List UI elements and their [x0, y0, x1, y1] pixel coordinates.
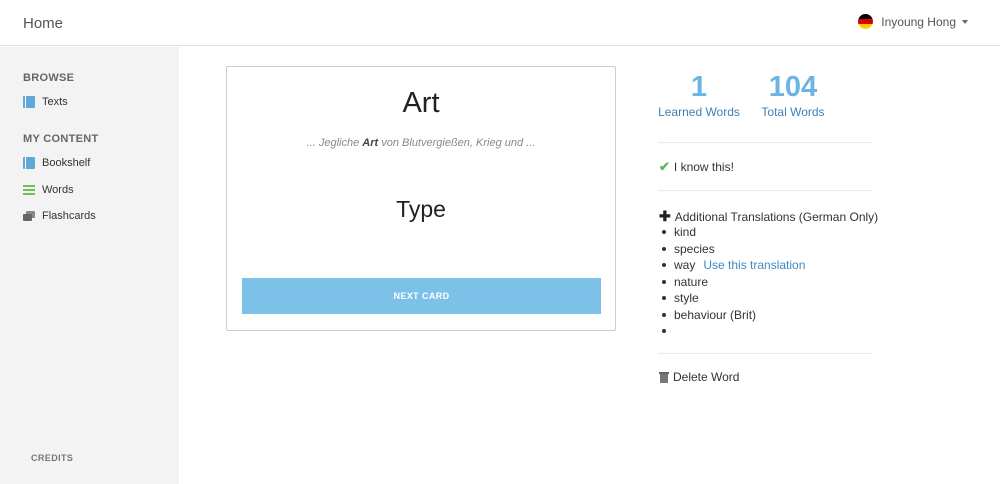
germany-flag-icon — [858, 14, 874, 29]
translation-item: species — [662, 241, 805, 258]
additional-translations-label: Additional Translations (German Only) — [674, 209, 879, 224]
checkmark-icon: ✔ — [659, 159, 670, 174]
translation-item: kind — [662, 224, 805, 241]
translation-item: nature — [662, 274, 805, 291]
sidebar-item-label: Words — [42, 184, 74, 196]
additional-translations-heading: ✚ Additional Translations (German Only) — [659, 208, 878, 225]
plus-icon: ✚ — [659, 208, 671, 224]
top-navbar: Home Inyoung Hong — [0, 0, 1000, 46]
total-count: 104 — [768, 71, 818, 103]
translation-text: style — [674, 291, 699, 305]
credits-link[interactable]: CREDITS — [31, 453, 73, 463]
home-link[interactable]: Home — [23, 15, 63, 32]
my-content-heading: MY CONTENT — [23, 133, 99, 145]
flashcard: Art ... Jegliche Art von Blutvergießen, … — [226, 66, 616, 331]
know-label: I know this! — [673, 160, 734, 174]
trash-icon — [659, 371, 669, 383]
user-menu[interactable]: Inyoung Hong — [858, 14, 968, 29]
delete-label: Delete Word — [673, 370, 740, 384]
translations-list: kind species way Use this translation nat… — [662, 224, 805, 340]
divider — [658, 190, 872, 191]
learned-words-stat[interactable]: 1 Learned Words — [658, 71, 740, 119]
translation-text: way — [674, 258, 696, 272]
card-word: Art — [402, 87, 440, 119]
sidebar-item-texts[interactable]: Texts — [23, 96, 68, 108]
translation-item — [662, 323, 805, 340]
total-words-stat[interactable]: 104 Total Words — [759, 71, 827, 119]
learned-count: 1 — [690, 71, 708, 103]
cards-icon — [23, 210, 35, 222]
context-prefix: ... Jegliche — [306, 137, 363, 149]
sidebar-item-label: Texts — [42, 96, 68, 108]
translation-item: behaviour (Brit) — [662, 307, 805, 324]
user-name: Inyoung Hong — [881, 14, 956, 29]
translation-text: nature — [674, 274, 709, 289]
divider — [658, 353, 872, 354]
translation-text: species — [674, 241, 715, 256]
divider — [658, 142, 872, 143]
sidebar: BROWSE Texts MY CONTENT Bookshelf Words … — [0, 47, 179, 484]
sidebar-item-words[interactable]: Words — [23, 184, 74, 196]
next-card-button[interactable]: NEXT CARD — [242, 278, 601, 314]
context-suffix: von Blutvergießen, Krieg und ... — [378, 137, 536, 149]
sidebar-item-label: Bookshelf — [42, 157, 91, 169]
use-this-translation-link[interactable]: Use this translation — [703, 257, 805, 274]
sidebar-item-bookshelf[interactable]: Bookshelf — [23, 157, 90, 169]
translation-item: way Use this translation — [662, 257, 805, 274]
total-label: Total Words — [761, 105, 825, 119]
book-icon — [23, 96, 35, 108]
translation-item: style — [662, 290, 805, 307]
delete-word-button[interactable]: Delete Word — [659, 370, 739, 384]
caret-down-icon — [962, 19, 968, 24]
translation-text: kind — [674, 225, 697, 239]
card-translation: Type — [396, 196, 446, 222]
i-know-this-button[interactable]: ✔ I know this! — [659, 159, 734, 175]
book-icon — [23, 157, 35, 169]
card-context-sentence: ... Jegliche Art von Blutvergießen, Krie… — [227, 137, 615, 149]
sidebar-item-label: Flashcards — [42, 210, 96, 222]
sidebar-item-flashcards[interactable]: Flashcards — [23, 210, 96, 222]
browse-heading: BROWSE — [23, 72, 75, 84]
list-icon — [23, 184, 35, 196]
learned-label: Learned Words — [658, 105, 740, 119]
translation-text: behaviour (Brit) — [674, 307, 757, 322]
context-highlight: Art — [362, 137, 379, 149]
